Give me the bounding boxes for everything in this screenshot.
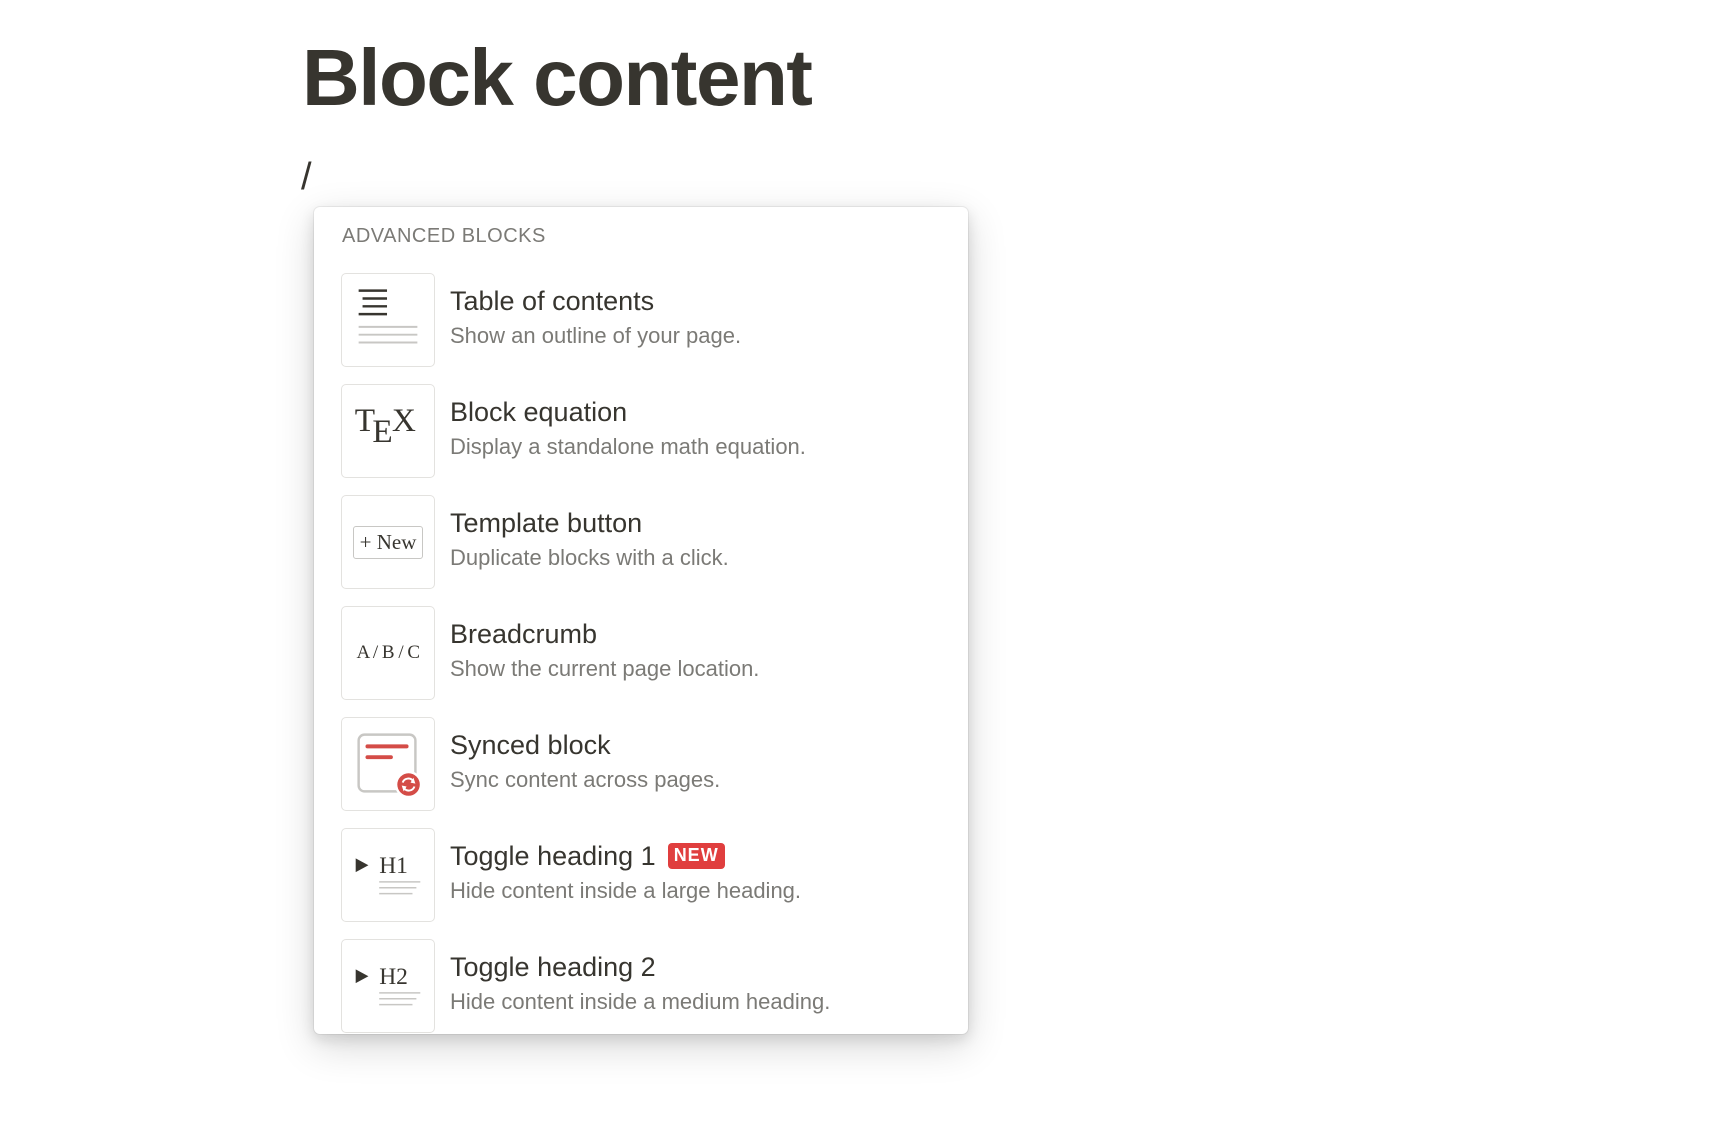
menu-item-text: Toggle heading 2 Hide content inside a m…: [450, 951, 830, 1016]
menu-item-title: Synced block: [450, 730, 611, 760]
toggle-heading-2-icon: H2: [341, 939, 435, 1033]
tex-equation-icon: T E X: [341, 384, 435, 478]
menu-item-breadcrumb[interactable]: A / B / C Breadcrumb Show the current pa…: [314, 606, 968, 717]
menu-item-description: Sync content across pages.: [450, 767, 721, 793]
synced-block-icon: [341, 717, 435, 811]
page: Block content / ADVANCED BLOCKS Table of…: [0, 0, 1728, 1124]
menu-list: Table of contents Show an outline of you…: [314, 273, 968, 1034]
svg-text:E: E: [372, 413, 392, 450]
template-button-icon: + New: [341, 495, 435, 589]
menu-item-template-button[interactable]: + New Template button Duplicate blocks w…: [314, 495, 968, 606]
template-button-icon-label: + New: [352, 525, 424, 559]
menu-item-title: Breadcrumb: [450, 619, 598, 649]
new-badge: NEW: [667, 843, 725, 869]
menu-item-description: Duplicate blocks with a click.: [450, 545, 729, 571]
svg-text:X: X: [392, 402, 416, 439]
menu-item-title: Template button: [450, 508, 643, 538]
menu-item-description: Hide content inside a medium heading.: [450, 989, 831, 1015]
menu-item-text: Synced block Sync content across pages.: [450, 729, 720, 794]
menu-item-title-text: Toggle heading 1: [450, 841, 656, 871]
menu-section-title: ADVANCED BLOCKS: [342, 225, 546, 247]
menu-item-block-equation[interactable]: T E X Block equation Display a standalon…: [314, 384, 968, 495]
slash-command-menu: ADVANCED BLOCKS Table of contents Show a…: [314, 207, 968, 1034]
menu-item-title: Table of contents: [450, 286, 655, 316]
menu-item-title: Toggle heading 2: [450, 952, 656, 982]
page-title[interactable]: Block content: [302, 34, 813, 122]
menu-item-text: Template button Duplicate blocks with a …: [450, 507, 729, 572]
menu-item-title: Block equation: [450, 397, 628, 427]
breadcrumb-icon: A / B / C: [341, 606, 435, 700]
menu-item-table-of-contents[interactable]: Table of contents Show an outline of you…: [314, 273, 968, 384]
menu-item-description: Show the current page location.: [450, 656, 760, 682]
menu-item-description: Show an outline of your page.: [450, 323, 742, 349]
menu-item-title: Toggle heading 1 NEW: [450, 840, 801, 872]
menu-item-text: Breadcrumb Show the current page locatio…: [450, 618, 759, 683]
toggle-heading-1-icon: H1: [341, 828, 435, 922]
breadcrumb-icon-label: A / B / C: [356, 642, 420, 663]
menu-item-text: Block equation Display a standalone math…: [450, 396, 806, 461]
menu-item-synced-block[interactable]: Synced block Sync content across pages.: [314, 717, 968, 828]
toggle-heading-2-icon-label: H2: [379, 964, 408, 990]
menu-item-description: Hide content inside a large heading.: [450, 878, 802, 904]
menu-item-description: Display a standalone math equation.: [450, 434, 806, 460]
toggle-heading-1-icon-label: H1: [379, 853, 408, 879]
menu-item-toggle-heading-2[interactable]: H2 Toggle heading 2 Hide content inside …: [314, 939, 968, 1034]
menu-item-toggle-heading-1[interactable]: H1 Toggle heading 1 NEW Hide content ins…: [314, 828, 968, 939]
slash-command-input[interactable]: /: [301, 158, 312, 196]
menu-item-text: Toggle heading 1 NEW Hide content inside…: [450, 840, 801, 905]
table-of-contents-icon: [341, 273, 435, 367]
menu-item-text: Table of contents Show an outline of you…: [450, 285, 741, 350]
